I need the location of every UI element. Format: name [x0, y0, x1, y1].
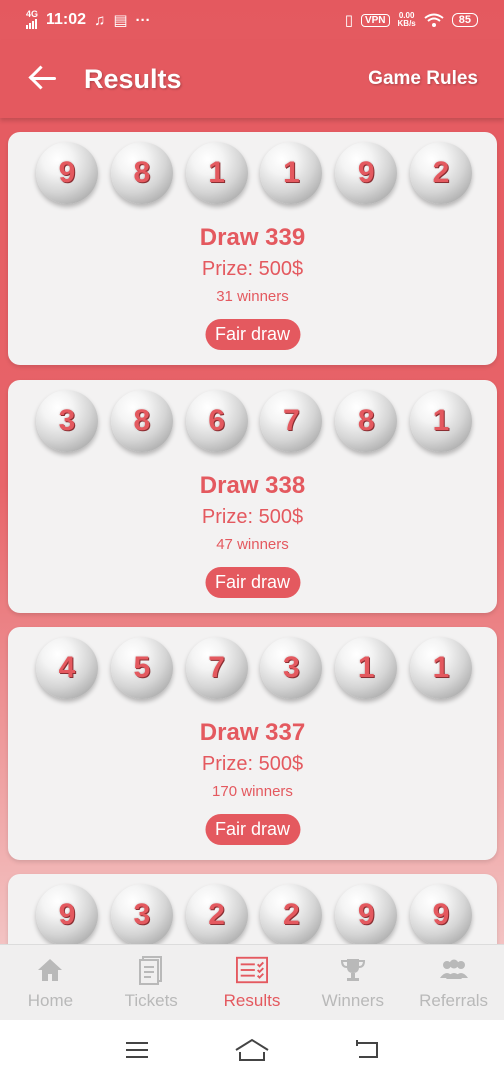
draw-winners: 47 winners: [216, 536, 289, 553]
draw-numbers: 9 3 2 2 9 9: [36, 884, 472, 944]
draw-card: 9 3 2 2 9 9: [8, 874, 497, 944]
nav-label-winners: Winners: [321, 990, 384, 1010]
draw-title: Draw 337: [199, 719, 306, 746]
lottery-ball: 3: [36, 390, 98, 452]
lottery-ball: 9: [335, 884, 398, 944]
draw-winners: 170 winners: [212, 783, 293, 800]
nav-item-winners[interactable]: Winners: [302, 945, 403, 1020]
fair-draw-button[interactable]: Fair draw: [204, 814, 301, 845]
draw-numbers: 4 5 7 3 1 1: [36, 637, 472, 699]
draw-card: 3 8 6 7 8 1 Draw 338 Prize: 500$ 47 winn…: [8, 380, 497, 613]
results-icon: [235, 955, 268, 985]
lottery-ball: 5: [110, 637, 173, 699]
signal-indicator: 4G: [26, 8, 39, 31]
back-button-icon[interactable]: [347, 1035, 387, 1065]
lottery-ball: 1: [409, 390, 472, 452]
status-right: ▯ VPN 0.00 KB/s 85: [345, 11, 478, 29]
results-list[interactable]: 9 8 1 1 9 2 Draw 339 Prize: 500$ 31 winn…: [0, 118, 504, 944]
app-header: Results Game Rules: [0, 40, 504, 118]
draw-winners: 31 winners: [216, 288, 289, 305]
nav-item-home[interactable]: Home: [0, 945, 101, 1020]
network-type: 4G: [26, 8, 39, 19]
draw-numbers: 3 8 6 7 8 1: [36, 390, 472, 452]
vpn-badge: VPN: [360, 13, 390, 27]
lottery-ball: 8: [335, 390, 398, 452]
nav-label-tickets: Tickets: [124, 990, 178, 1010]
lottery-ball: 8: [110, 390, 173, 452]
clock: 11:02: [46, 11, 87, 28]
fair-draw-button[interactable]: Fair draw: [204, 319, 301, 350]
menu-icon[interactable]: [117, 1035, 157, 1065]
lottery-ball: 9: [36, 884, 98, 944]
fair-draw-button[interactable]: Fair draw: [204, 567, 301, 598]
draw-title: Draw 339: [199, 224, 306, 251]
draw-prize: Prize: 500$: [201, 506, 304, 528]
lottery-ball: 1: [409, 637, 472, 699]
lottery-ball: 2: [185, 884, 248, 944]
notification-icon: ▤: [113, 12, 128, 29]
draw-numbers: 9 8 1 1 9 2: [36, 142, 472, 204]
nav-label-referrals: Referrals: [419, 990, 489, 1010]
trophy-icon: [337, 955, 369, 985]
lottery-ball: 4: [36, 637, 98, 699]
home-button-icon[interactable]: [232, 1035, 272, 1065]
referrals-icon: [438, 955, 470, 985]
vibrate-icon: ▯: [344, 12, 353, 29]
game-rules-button[interactable]: Game Rules: [368, 68, 478, 90]
system-navigation-bar: [0, 1020, 504, 1080]
lottery-ball: 7: [260, 390, 323, 452]
tickets-icon: [135, 955, 167, 985]
lottery-ball: 2: [409, 142, 472, 204]
lottery-ball: 3: [110, 884, 173, 944]
nav-item-tickets[interactable]: Tickets: [101, 945, 202, 1020]
home-icon: [34, 955, 66, 985]
battery-indicator: 85: [451, 13, 478, 27]
status-left: 4G 11:02 ♫ ▤ ···: [26, 8, 151, 31]
draw-card: 9 8 1 1 9 2 Draw 339 Prize: 500$ 31 winn…: [8, 132, 497, 365]
signal-icon: [26, 18, 37, 29]
lottery-ball: 1: [335, 637, 398, 699]
back-arrow-icon[interactable]: [26, 62, 60, 96]
draw-prize: Prize: 500$: [201, 753, 304, 775]
lottery-ball: 6: [185, 390, 248, 452]
speed-unit: KB/s: [397, 19, 416, 28]
draw-card: 4 5 7 3 1 1 Draw 337 Prize: 500$ 170 win…: [8, 627, 497, 860]
nav-label-results: Results: [223, 990, 281, 1010]
lottery-ball: 7: [185, 637, 248, 699]
nav-item-referrals[interactable]: Referrals: [403, 945, 504, 1020]
lottery-ball: 1: [260, 142, 323, 204]
lottery-ball: 9: [335, 142, 398, 204]
draw-title: Draw 338: [199, 472, 306, 499]
status-bar: 4G 11:02 ♫ ▤ ··· ▯ VPN 0.00 KB/s 85: [0, 0, 504, 40]
wifi-icon: [424, 13, 444, 27]
nav-item-results[interactable]: Results: [202, 945, 303, 1020]
lottery-ball: 1: [185, 142, 248, 204]
bottom-navigation: Home Tickets Results Winners Referrals: [0, 944, 504, 1020]
lottery-ball: 9: [36, 142, 98, 204]
page-title: Results: [84, 63, 182, 94]
lottery-ball: 3: [260, 637, 323, 699]
nav-label-home: Home: [27, 990, 74, 1010]
network-speed: 0.00 KB/s: [398, 12, 416, 28]
lottery-ball: 2: [260, 884, 323, 944]
lottery-ball: 8: [110, 142, 173, 204]
more-icon: ···: [135, 11, 151, 29]
lottery-ball: 9: [409, 884, 472, 944]
music-icon: ♫: [94, 11, 106, 29]
draw-prize: Prize: 500$: [201, 258, 304, 280]
